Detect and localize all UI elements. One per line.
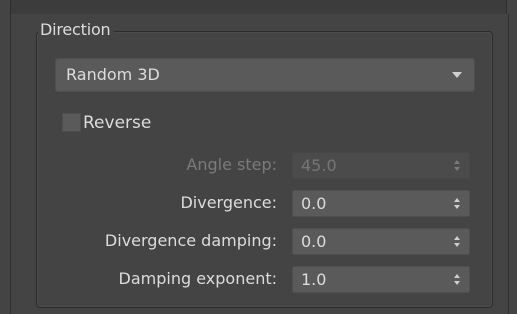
damping-exponent-spinner[interactable]: 1.0 — [292, 266, 470, 293]
spinner-arrows-icon — [454, 160, 461, 172]
spinner-arrows-icon[interactable] — [454, 236, 461, 248]
divergence-label: Divergence: — [180, 193, 277, 212]
angle-step-label: Angle step: — [186, 155, 277, 174]
angle-step-spinner: 45.0 — [292, 152, 470, 179]
divergence-damping-spinner[interactable]: 0.0 — [292, 228, 470, 255]
spinner-arrows-icon[interactable] — [454, 274, 461, 286]
dropdown-selected-value: Random 3D — [66, 65, 160, 84]
divider — [10, 0, 11, 14]
previous-rollout-bottom — [10, 0, 507, 15]
spinner-value: 45.0 — [301, 156, 337, 175]
divider — [506, 0, 507, 14]
reverse-checkbox[interactable] — [62, 113, 81, 132]
chevron-down-icon — [452, 72, 462, 78]
divergence-damping-label: Divergence damping: — [104, 231, 277, 250]
group-title: Direction — [38, 20, 115, 40]
spinner-value: 0.0 — [301, 194, 327, 213]
spinner-value: 1.0 — [301, 270, 327, 289]
direction-dropdown[interactable]: Random 3D — [55, 58, 475, 92]
checkbox-label: Reverse — [83, 113, 152, 133]
damping-exponent-label: Damping exponent: — [118, 269, 277, 288]
spinner-value: 0.0 — [301, 232, 327, 251]
panel-frame: Direction Random 3D Reverse Angle step: … — [0, 0, 517, 314]
spinner-arrows-icon[interactable] — [454, 198, 461, 210]
divergence-spinner[interactable]: 0.0 — [292, 190, 470, 217]
